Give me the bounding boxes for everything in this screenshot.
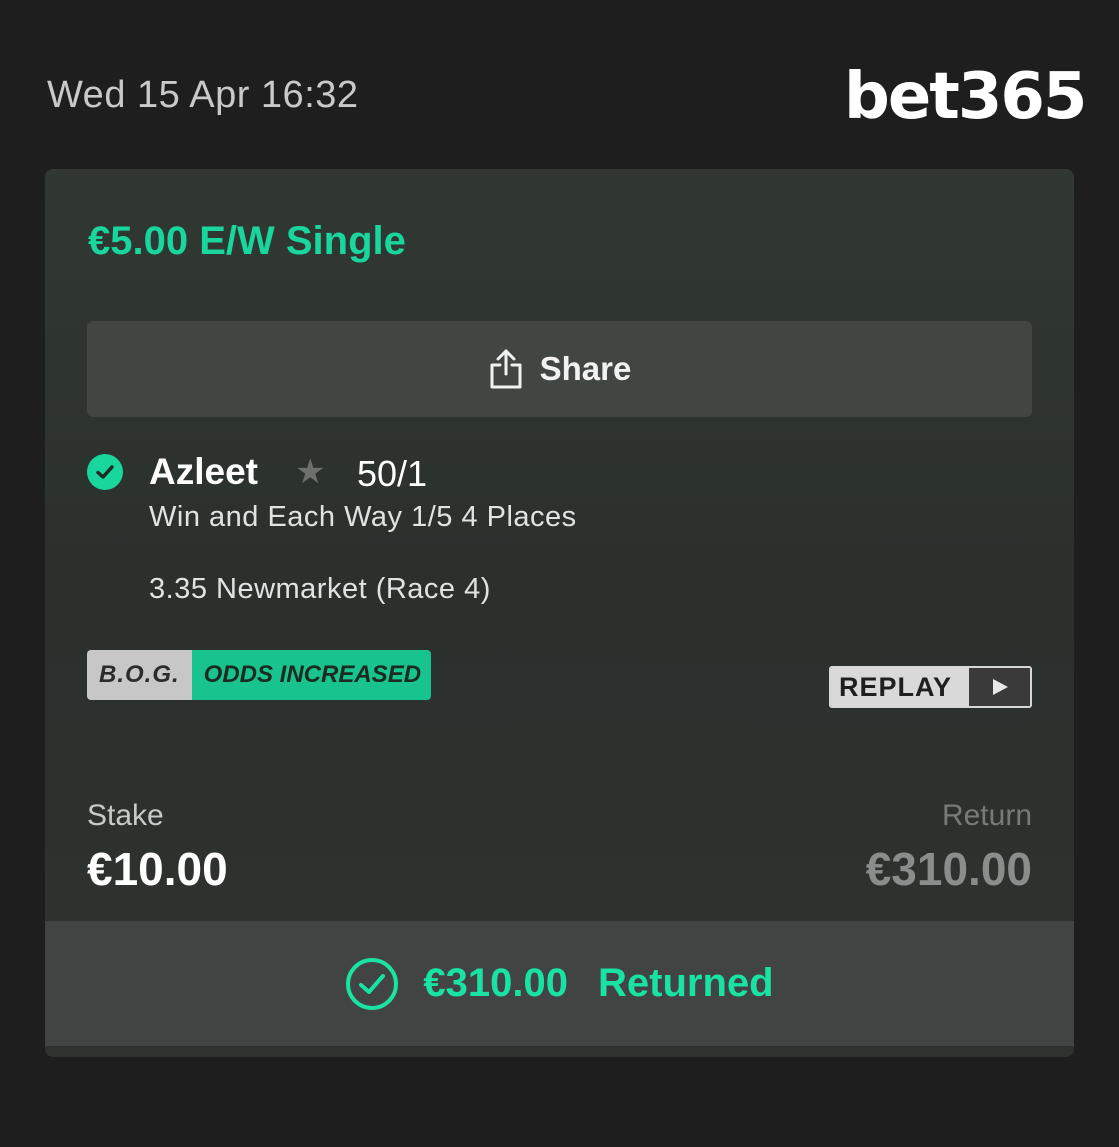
play-icon xyxy=(969,668,1030,706)
share-icon xyxy=(488,348,524,390)
share-button[interactable]: Share xyxy=(87,321,1032,417)
return-label: Return xyxy=(941,799,1032,832)
result-bar: €310.00 Returned xyxy=(45,921,1074,1046)
bet-datetime: Wed 15 Apr 16:32 xyxy=(47,74,359,116)
bet-card: €5.00 E/W Single Share Azleet ★ 50/1 Win… xyxy=(45,169,1074,1057)
return-value: €310.00 xyxy=(865,843,1032,895)
star-icon[interactable]: ★ xyxy=(295,455,325,489)
odds-increased-label: ODDS INCREASED xyxy=(191,650,432,700)
share-label: Share xyxy=(539,350,632,387)
returned-amount: €310.00 xyxy=(423,961,568,1005)
selection-market: Win and Each Way 1/5 4 Places xyxy=(149,501,577,533)
bog-label: B.O.G. xyxy=(87,650,192,700)
replay-button[interactable]: REPLAY xyxy=(829,666,1032,708)
bet-title: €5.00 E/W Single xyxy=(88,219,406,263)
returned-status: Returned xyxy=(598,961,774,1005)
selection-event: 3.35 Newmarket (Race 4) xyxy=(149,573,491,605)
selection-odds: 50/1 xyxy=(357,453,428,494)
replay-label: REPLAY xyxy=(831,668,969,706)
bog-badge: B.O.G. ODDS INCREASED xyxy=(87,650,432,700)
selection-name: Azleet xyxy=(149,451,258,492)
stake-label: Stake xyxy=(87,799,164,832)
check-circle-icon xyxy=(87,454,123,490)
returned-check-icon xyxy=(345,957,399,1011)
stake-value: €10.00 xyxy=(87,843,228,895)
bet365-logo: bet365 xyxy=(844,60,1087,134)
